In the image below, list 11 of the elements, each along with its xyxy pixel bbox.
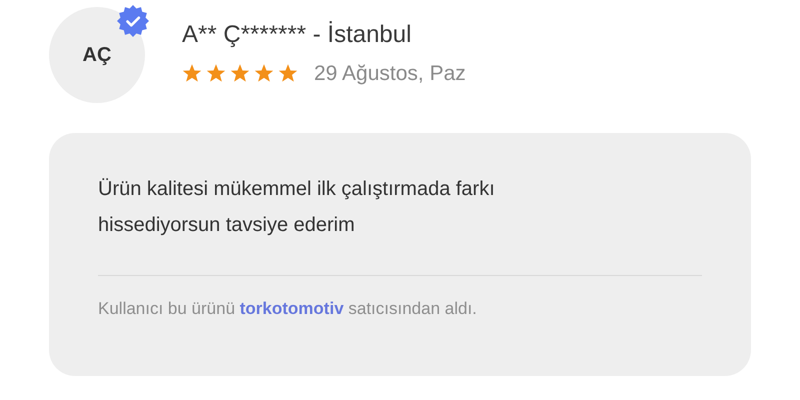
- reviewer-name: A** Ç******* - İstanbul: [182, 20, 412, 50]
- review-text: Ürün kalitesi mükemmel ilk çalıştırmada farkı hissediyorsun tavsiye ederim: [98, 177, 496, 238]
- review-date: 29 Ağustos, Paz: [314, 60, 466, 87]
- star-icon: [230, 63, 250, 84]
- purchase-note: Kullanıcı bu ürünü torkotomotiv satıcısından aldı.: [98, 298, 478, 320]
- star-icon: [254, 63, 274, 84]
- avatar-initials: AÇ: [82, 43, 112, 68]
- star-icon: [206, 63, 226, 84]
- star-icon: [182, 63, 202, 84]
- star-icon: [278, 63, 298, 84]
- seller-link[interactable]: torkotomotiv: [240, 299, 344, 318]
